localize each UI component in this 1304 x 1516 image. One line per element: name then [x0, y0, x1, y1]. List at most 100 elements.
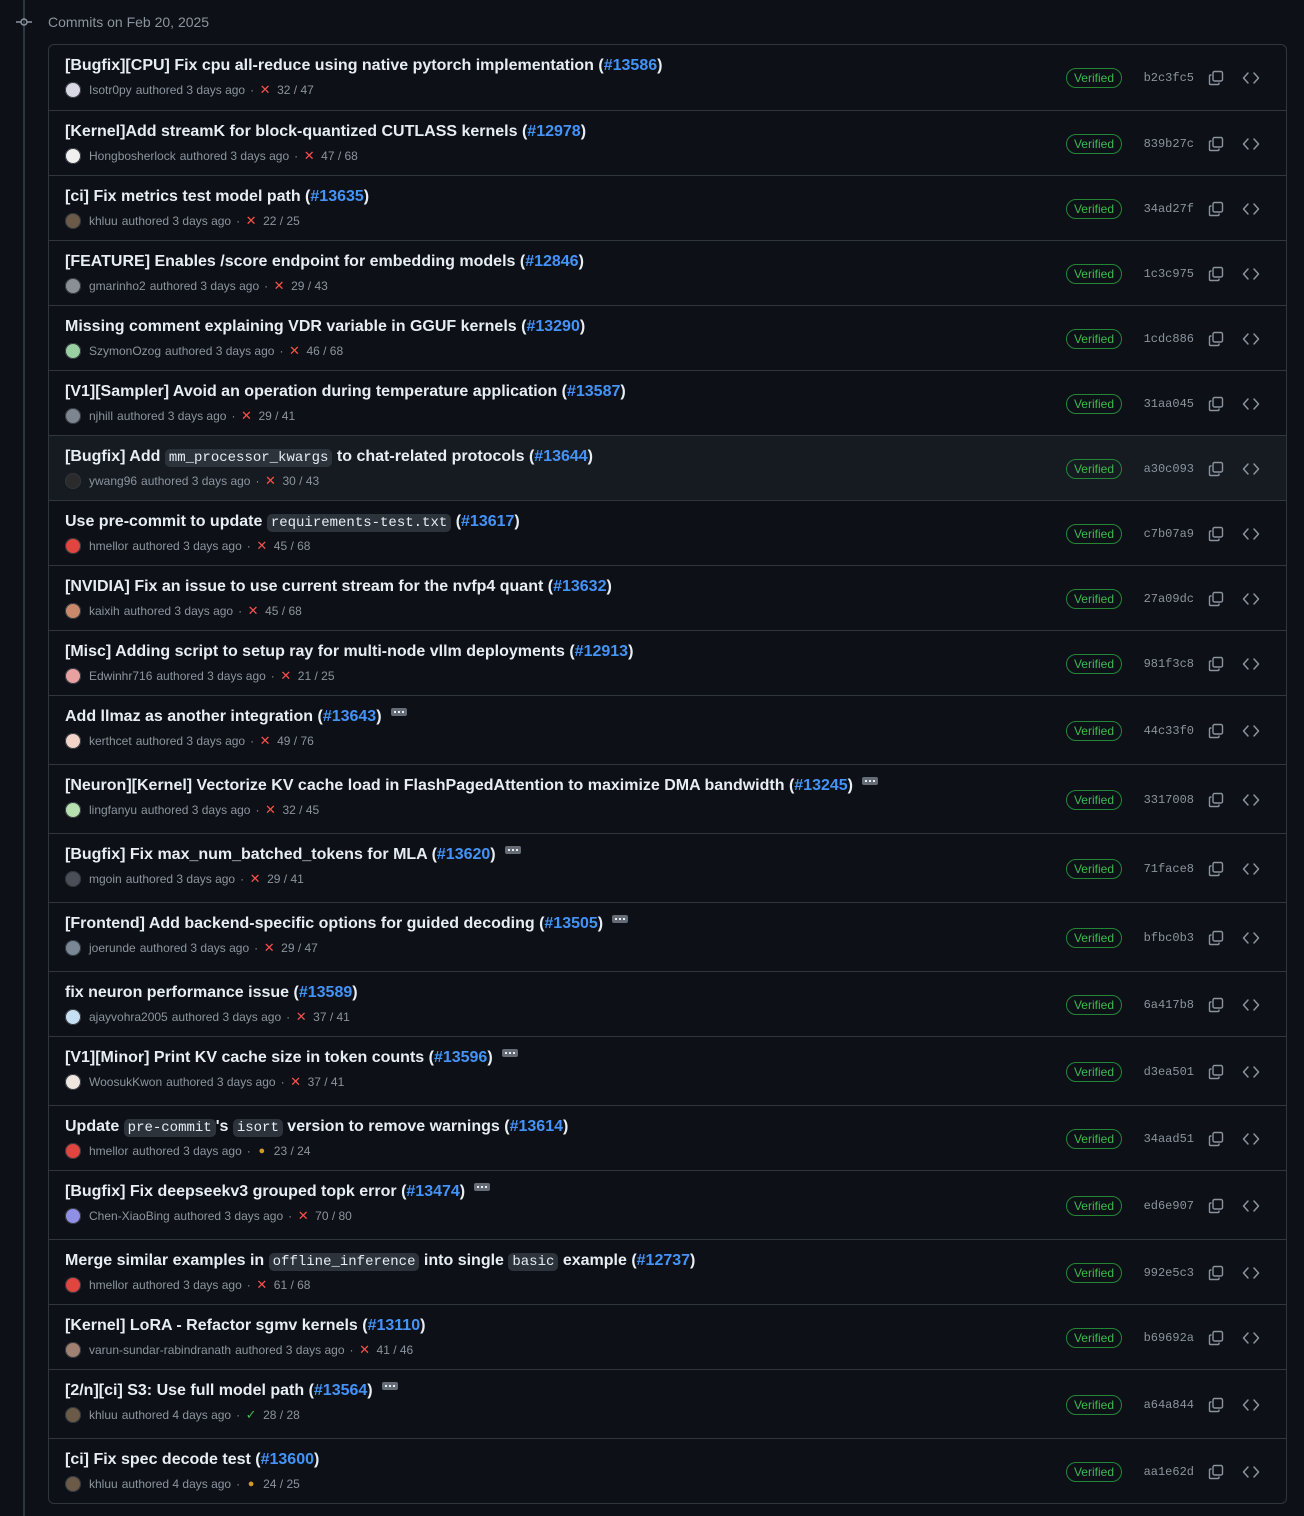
commit-sha-link[interactable]: 839b27c [1144, 137, 1194, 151]
checks-count[interactable]: 21 / 25 [298, 669, 335, 683]
x-icon[interactable]: ✕ [249, 872, 261, 885]
commit-sha-link[interactable]: aa1e62d [1144, 1465, 1194, 1479]
commit-author[interactable]: mgoin [89, 872, 122, 886]
commit-sha-link[interactable]: c7b07a9 [1144, 527, 1194, 541]
commit-title-text[interactable]: ) [487, 1049, 492, 1066]
avatar[interactable] [65, 668, 81, 684]
checks-count[interactable]: 32 / 45 [282, 803, 319, 817]
browse-code-icon[interactable] [1242, 331, 1260, 347]
avatar[interactable] [65, 940, 81, 956]
browse-code-icon[interactable] [1242, 1330, 1260, 1346]
commit-title-text[interactable]: ) [490, 846, 495, 863]
copy-icon[interactable] [1208, 201, 1224, 217]
commit-title-text[interactable]: ) [690, 1252, 695, 1269]
checks-count[interactable]: 37 / 41 [313, 1010, 350, 1024]
x-icon[interactable]: ✕ [240, 409, 252, 422]
avatar[interactable] [65, 1277, 81, 1293]
checks-count[interactable]: 29 / 47 [281, 941, 318, 955]
copy-icon[interactable] [1208, 656, 1224, 672]
pending-dot-icon[interactable]: ● [256, 1145, 268, 1157]
commit-title[interactable]: [V1][Minor] Print KV cache size in token… [65, 1049, 518, 1067]
checks-count[interactable]: 37 / 41 [308, 1075, 345, 1089]
browse-code-icon[interactable] [1242, 930, 1260, 946]
commit-title[interactable]: [Bugfix] Add mm_processor_kwargs to chat… [65, 448, 593, 467]
commit-title[interactable]: Merge similar examples in offline_infere… [65, 1252, 695, 1271]
commit-title[interactable]: [Kernel] LoRA - Refactor sgmv kernels (#… [65, 1317, 425, 1335]
x-icon[interactable]: ✕ [264, 803, 276, 816]
x-icon[interactable]: ✕ [256, 1278, 268, 1291]
checks-count[interactable]: 29 / 43 [291, 279, 328, 293]
pull-request-link[interactable]: #13245 [794, 777, 847, 794]
copy-icon[interactable] [1208, 1131, 1224, 1147]
checks-count[interactable]: 30 / 43 [282, 474, 319, 488]
commit-title-text[interactable]: ) [420, 1317, 425, 1334]
x-icon[interactable]: ✕ [288, 344, 300, 357]
commit-title-text[interactable]: [ci] Fix metrics test model path ( [65, 188, 310, 205]
verified-badge[interactable]: Verified [1065, 654, 1122, 674]
verified-badge[interactable]: Verified [1065, 264, 1122, 284]
commit-author[interactable]: Chen-XiaoBing [89, 1209, 170, 1223]
commit-title[interactable]: [Bugfix][CPU] Fix cpu all-reduce using n… [65, 57, 662, 75]
pull-request-link[interactable]: #13600 [261, 1451, 314, 1468]
copy-icon[interactable] [1208, 396, 1224, 412]
checks-count[interactable]: 41 / 46 [377, 1343, 414, 1357]
commit-title-text[interactable]: Update [65, 1118, 124, 1135]
avatar[interactable] [65, 1074, 81, 1090]
browse-code-icon[interactable] [1242, 656, 1260, 672]
commit-sha-link[interactable]: 44c33f0 [1144, 724, 1194, 738]
commit-title-text[interactable]: ) [588, 448, 593, 465]
commit-sha-link[interactable]: 31aa045 [1144, 397, 1194, 411]
pull-request-link[interactable]: #13110 [368, 1317, 421, 1334]
commit-title[interactable]: fix neuron performance issue (#13589) [65, 984, 358, 1002]
commit-title-text[interactable]: ) [657, 57, 662, 74]
commit-sha-link[interactable]: a30c093 [1144, 462, 1194, 476]
commit-title[interactable]: [Neuron][Kernel] Vectorize KV cache load… [65, 777, 878, 795]
checks-count[interactable]: 32 / 47 [277, 83, 314, 97]
commit-sha-link[interactable]: a64a844 [1144, 1398, 1194, 1412]
avatar[interactable] [65, 473, 81, 489]
copy-icon[interactable] [1208, 591, 1224, 607]
commit-sha-link[interactable]: 6a417b8 [1144, 998, 1194, 1012]
checks-count[interactable]: 23 / 24 [274, 1144, 311, 1158]
pull-request-link[interactable]: #13632 [553, 578, 606, 595]
avatar[interactable] [65, 278, 81, 294]
expand-message-ellipsis-icon[interactable] [381, 1382, 398, 1390]
commit-title-text[interactable]: ) [848, 777, 853, 794]
verified-badge[interactable]: Verified [1065, 329, 1122, 349]
checks-count[interactable]: 70 / 80 [315, 1209, 352, 1223]
commit-sha-link[interactable]: 1c3c975 [1144, 267, 1194, 281]
commit-title-text[interactable]: [ci] Fix spec decode test ( [65, 1451, 261, 1468]
commit-title[interactable]: [Bugfix] Fix max_num_batched_tokens for … [65, 846, 521, 864]
browse-code-icon[interactable] [1242, 997, 1260, 1013]
commit-sha-link[interactable]: 34aad51 [1144, 1132, 1194, 1146]
commit-title-text[interactable]: [Frontend] Add backend-specific options … [65, 915, 544, 932]
commit-title-text[interactable]: ) [580, 318, 585, 335]
commit-title[interactable]: [Kernel]Add streamK for block-quantized … [65, 123, 586, 141]
avatar[interactable] [65, 408, 81, 424]
pull-request-link[interactable]: #12913 [575, 643, 628, 660]
commit-title-text[interactable]: to chat-related protocols ( [332, 448, 534, 465]
commit-author[interactable]: khluu [89, 1477, 118, 1491]
pull-request-link[interactable]: #13474 [406, 1183, 459, 1200]
commit-sha-link[interactable]: 71face8 [1144, 862, 1194, 876]
verified-badge[interactable]: Verified [1065, 1328, 1122, 1348]
x-icon[interactable]: ✕ [290, 1075, 302, 1088]
pull-request-link[interactable]: #12737 [637, 1252, 690, 1269]
pull-request-link[interactable]: #13564 [314, 1382, 367, 1399]
x-icon[interactable]: ✕ [259, 734, 271, 747]
commit-title-text[interactable]: fix neuron performance issue ( [65, 984, 299, 1001]
pull-request-link[interactable]: #13643 [323, 708, 376, 725]
commit-author[interactable]: varun-sundar-rabindranath [89, 1343, 231, 1357]
verified-badge[interactable]: Verified [1065, 1395, 1122, 1415]
copy-icon[interactable] [1208, 331, 1224, 347]
verified-badge[interactable]: Verified [1065, 928, 1122, 948]
checks-count[interactable]: 28 / 28 [263, 1408, 300, 1422]
verified-badge[interactable]: Verified [1065, 394, 1122, 414]
checks-count[interactable]: 46 / 68 [306, 344, 343, 358]
commit-title-text[interactable]: ) [460, 1183, 465, 1200]
commit-title[interactable]: [Frontend] Add backend-specific options … [65, 915, 629, 933]
copy-icon[interactable] [1208, 526, 1224, 542]
commit-sha-link[interactable]: 27a09dc [1144, 592, 1194, 606]
commit-title-text[interactable]: Merge similar examples in [65, 1252, 269, 1269]
commit-title-text[interactable]: [Misc] Adding script to setup ray for mu… [65, 643, 575, 660]
